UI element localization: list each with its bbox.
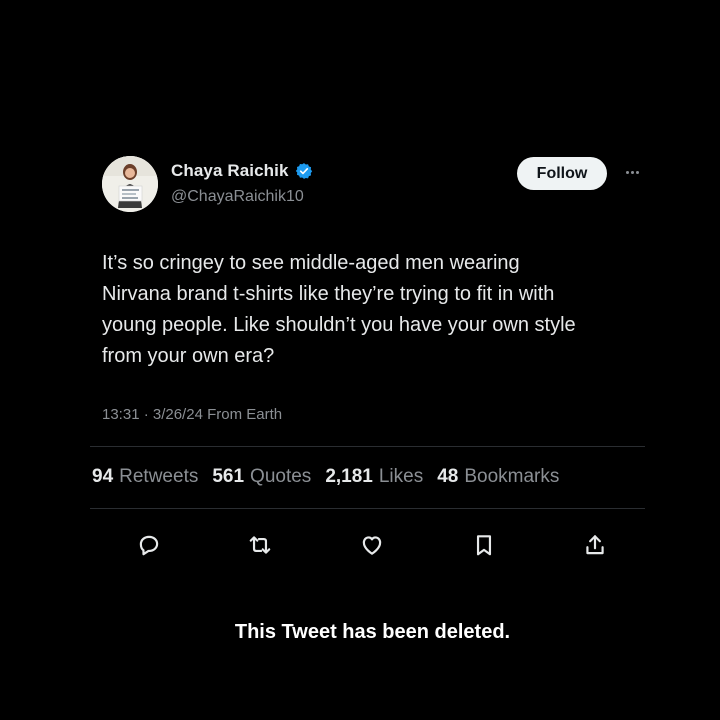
author-handle[interactable]: @ChayaRaichik10 [171,188,304,206]
deleted-notice: This Tweet has been deleted. [234,621,511,643]
bookmark-button[interactable] [469,530,499,560]
stat-label: Bookmarks [464,466,560,487]
tweet-text-line: from your own era? [102,345,275,367]
verified-badge-icon [295,163,312,179]
stat-retweets[interactable]: 94 Retweets [92,466,198,488]
tweet-text-line: young people. Like shouldn’t you have yo… [102,314,576,336]
stat-label: Retweets [119,466,199,487]
stat-bookmarks[interactable]: 48 Bookmarks [437,466,559,488]
tweet-text-line: Nirvana brand t-shirts like they’re tryi… [102,283,555,305]
stat-count: 48 [437,466,459,487]
tweet-text: It’s so cringey to see middle-aged men w… [102,248,662,372]
divider [90,508,645,509]
share-button[interactable] [580,530,610,560]
share-icon [586,535,604,555]
bookmark-icon [476,535,492,556]
stat-label: Quotes [250,466,312,487]
divider [90,446,645,447]
author-name-row: Chaya Raichik [171,161,313,181]
stat-count: 561 [212,466,245,487]
retweet-icon [249,536,271,554]
more-options-icon[interactable] [620,165,644,179]
tweet-card: Chaya Raichik @ChayaRaichik10 Follow It’… [0,0,720,720]
action-bar [0,530,720,560]
reply-button[interactable] [134,530,164,560]
stat-label: Likes [378,466,424,487]
stat-quotes[interactable]: 561 Quotes [212,466,311,488]
stat-count: 94 [92,466,114,487]
retweet-button[interactable] [245,530,275,560]
tweet-timestamp[interactable]: 13:31 · 3/26/24 From Earth [102,406,282,423]
like-icon [362,536,382,555]
engagement-stats: 94 Retweets 561 Quotes 2,181 Likes 48 Bo… [92,466,559,488]
like-button[interactable] [357,530,387,560]
stat-count: 2,181 [325,466,373,487]
follow-button[interactable]: Follow [517,157,607,190]
reply-icon [139,535,159,556]
stat-likes[interactable]: 2,181 Likes [325,466,423,488]
tweet-text-line: It’s so cringey to see middle-aged men w… [102,252,520,274]
display-name[interactable]: Chaya Raichik [171,161,289,181]
avatar[interactable] [102,156,158,212]
